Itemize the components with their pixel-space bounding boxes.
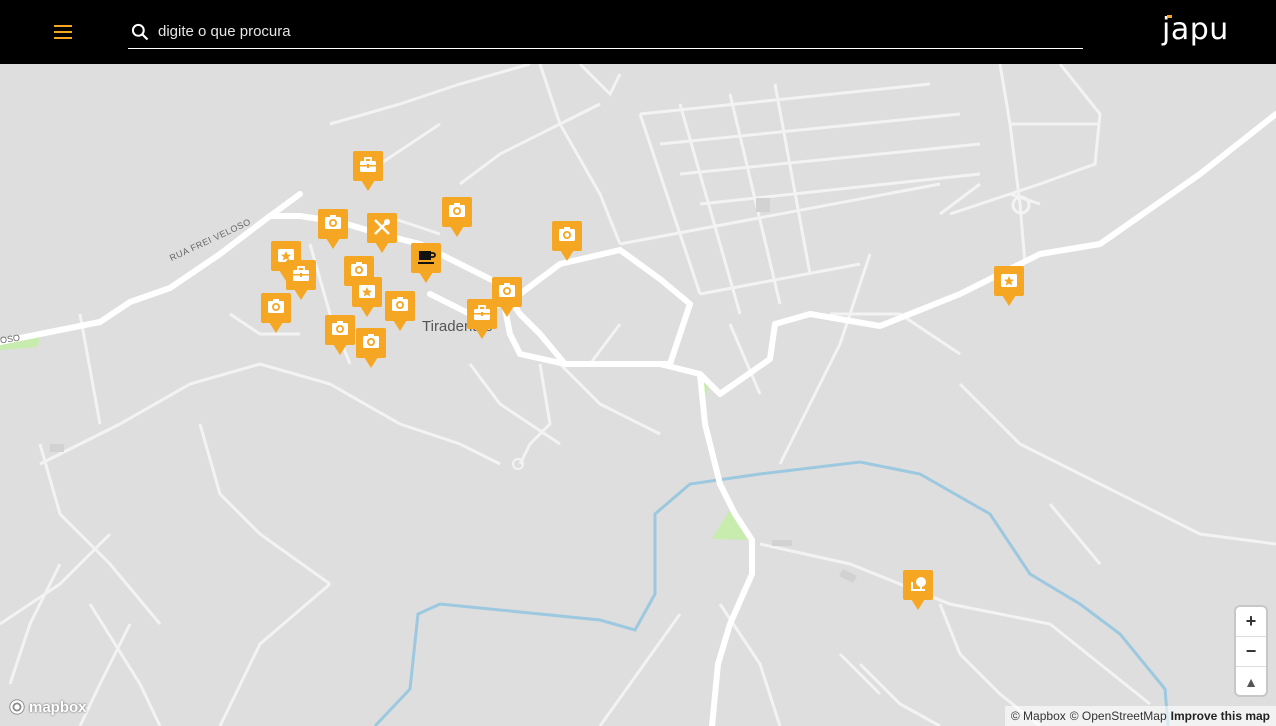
map-marker-camera[interactable]: [551, 220, 583, 262]
logo[interactable]: japu: [1162, 12, 1229, 47]
map-marker-camera[interactable]: [355, 327, 387, 369]
map-marker-camera[interactable]: [317, 208, 349, 250]
camera-icon: [385, 291, 415, 331]
restaurant-icon: [367, 213, 397, 253]
camera-icon: [261, 293, 291, 333]
search-input[interactable]: [156, 18, 1060, 44]
mapbox-logo-text: mapbox: [29, 698, 87, 716]
map-marker-restaurant[interactable]: [366, 212, 398, 254]
top-bar: japu: [0, 0, 1276, 64]
search-bar[interactable]: [128, 14, 1083, 49]
map-marker-coffee[interactable]: [410, 242, 442, 284]
attribution-osm[interactable]: © OpenStreetMap: [1070, 709, 1167, 723]
map-marker-camera[interactable]: [384, 290, 416, 332]
coffee-icon: [411, 243, 441, 283]
attribution-mapbox[interactable]: © Mapbox: [1011, 709, 1066, 723]
attribution: © Mapbox © OpenStreetMap Improve this ma…: [1004, 706, 1276, 726]
briefcase-icon: [467, 299, 497, 339]
map-base-layer: [0, 64, 1276, 726]
zoom-out-button[interactable]: −: [1236, 637, 1266, 667]
map-marker-ticket[interactable]: [351, 276, 383, 318]
menu-button[interactable]: [50, 18, 78, 46]
mapbox-logo-icon: [9, 699, 25, 715]
zoom-in-button[interactable]: +: [1236, 607, 1266, 637]
zoom-control: + − ▲: [1236, 607, 1266, 695]
logo-accent: [1167, 15, 1172, 18]
map-marker-briefcase[interactable]: [352, 150, 384, 192]
ticket-icon: [352, 277, 382, 317]
camera-icon: [442, 197, 472, 237]
map-marker-landmark[interactable]: [902, 569, 934, 611]
mapbox-logo[interactable]: mapbox: [8, 698, 87, 716]
map-marker-camera[interactable]: [324, 314, 356, 356]
compass-button[interactable]: ▲: [1236, 667, 1266, 696]
improve-map-link[interactable]: Improve this map: [1171, 709, 1270, 723]
search-icon: [131, 23, 149, 41]
ticket-icon: [994, 266, 1024, 306]
landmark-icon: [903, 570, 933, 610]
camera-icon: [318, 209, 348, 249]
map-marker-ticket[interactable]: [993, 265, 1025, 307]
briefcase-icon: [353, 151, 383, 191]
camera-icon: [325, 315, 355, 355]
map-marker-camera[interactable]: [441, 196, 473, 238]
map-canvas[interactable]: Tiradentes RUA FREI VELOSO OSO + − ▲ map…: [0, 64, 1276, 726]
map-marker-camera[interactable]: [260, 292, 292, 334]
camera-icon: [552, 221, 582, 261]
map-marker-briefcase[interactable]: [466, 298, 498, 340]
logo-text: japu: [1162, 12, 1229, 47]
camera-icon: [356, 328, 386, 368]
